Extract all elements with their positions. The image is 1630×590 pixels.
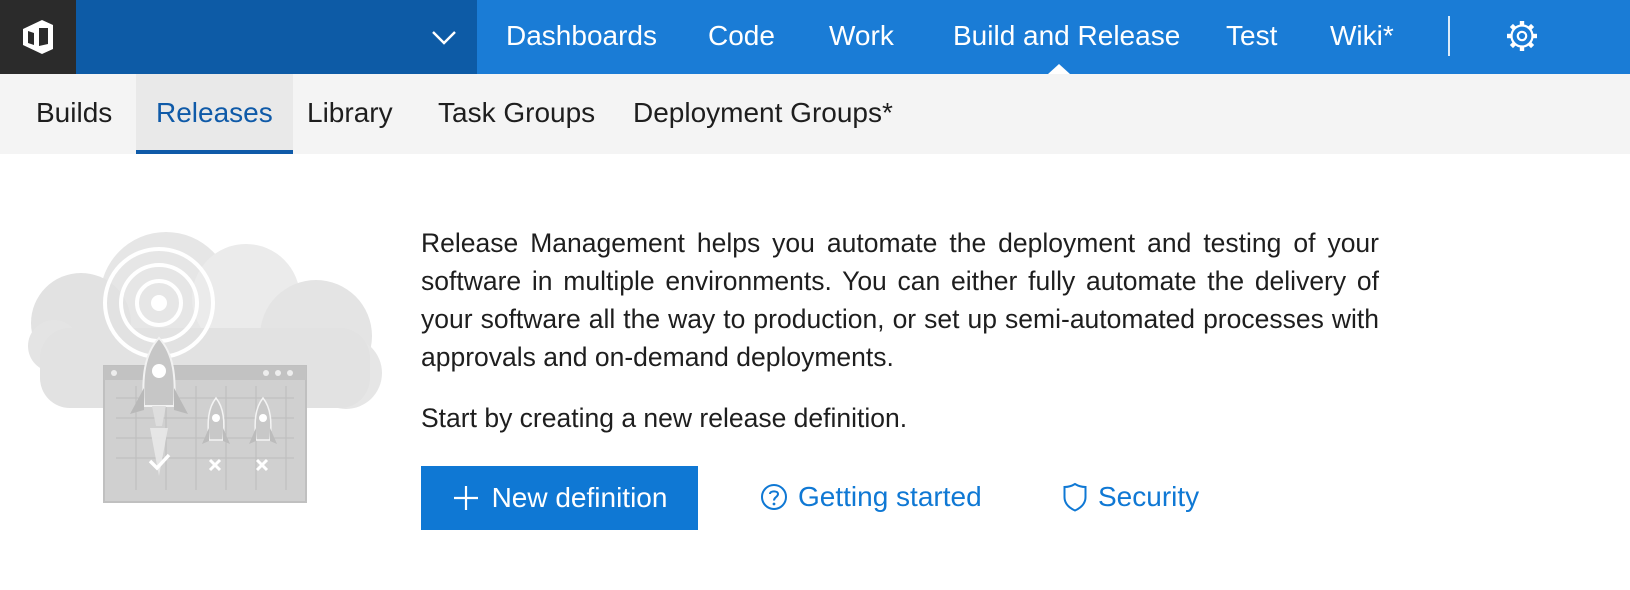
- hub-tabs-bar: Builds Releases Library Task Groups Depl…: [0, 74, 1630, 154]
- getting-started-link[interactable]: Getting started: [760, 475, 982, 519]
- nav-work[interactable]: Work: [829, 0, 894, 74]
- new-definition-label: New definition: [491, 482, 668, 513]
- nav-test[interactable]: Test: [1226, 0, 1277, 74]
- nav-wiki[interactable]: Wiki*: [1330, 0, 1394, 74]
- tab-builds[interactable]: Builds: [36, 74, 112, 154]
- nav-build-and-release[interactable]: Build and Release: [953, 0, 1180, 74]
- gear-icon[interactable]: [1504, 18, 1540, 54]
- tab-task-groups[interactable]: Task Groups: [438, 74, 595, 154]
- start-instruction: Start by creating a new release definiti…: [421, 403, 908, 433]
- shield-icon: [1063, 482, 1087, 512]
- getting-started-label: Getting started: [798, 481, 982, 512]
- security-link[interactable]: Security: [1062, 475, 1199, 519]
- nav-dashboards[interactable]: Dashboards: [506, 0, 657, 74]
- chevron-down-icon[interactable]: [431, 25, 457, 49]
- visual-studio-team-services-icon: [23, 20, 53, 54]
- top-navigation-bar: Dashboards Code Work Build and Release T…: [0, 0, 1630, 74]
- help-circle-icon: [761, 484, 787, 510]
- new-definition-button[interactable]: New definition: [421, 466, 698, 530]
- tab-deployment-groups[interactable]: Deployment Groups*: [633, 74, 893, 154]
- tab-releases[interactable]: Releases: [136, 74, 293, 154]
- nav-divider: [1448, 16, 1450, 56]
- plus-icon: [453, 486, 478, 510]
- release-management-description: Release Management helps you automate th…: [421, 228, 1379, 372]
- rocket-launch-illustration: [28, 232, 382, 503]
- tab-library[interactable]: Library: [307, 74, 393, 154]
- nav-code[interactable]: Code: [708, 0, 775, 74]
- active-nav-indicator: [1048, 64, 1070, 74]
- security-label: Security: [1098, 481, 1200, 512]
- project-selector[interactable]: [76, 0, 477, 74]
- logo-button[interactable]: [0, 0, 76, 74]
